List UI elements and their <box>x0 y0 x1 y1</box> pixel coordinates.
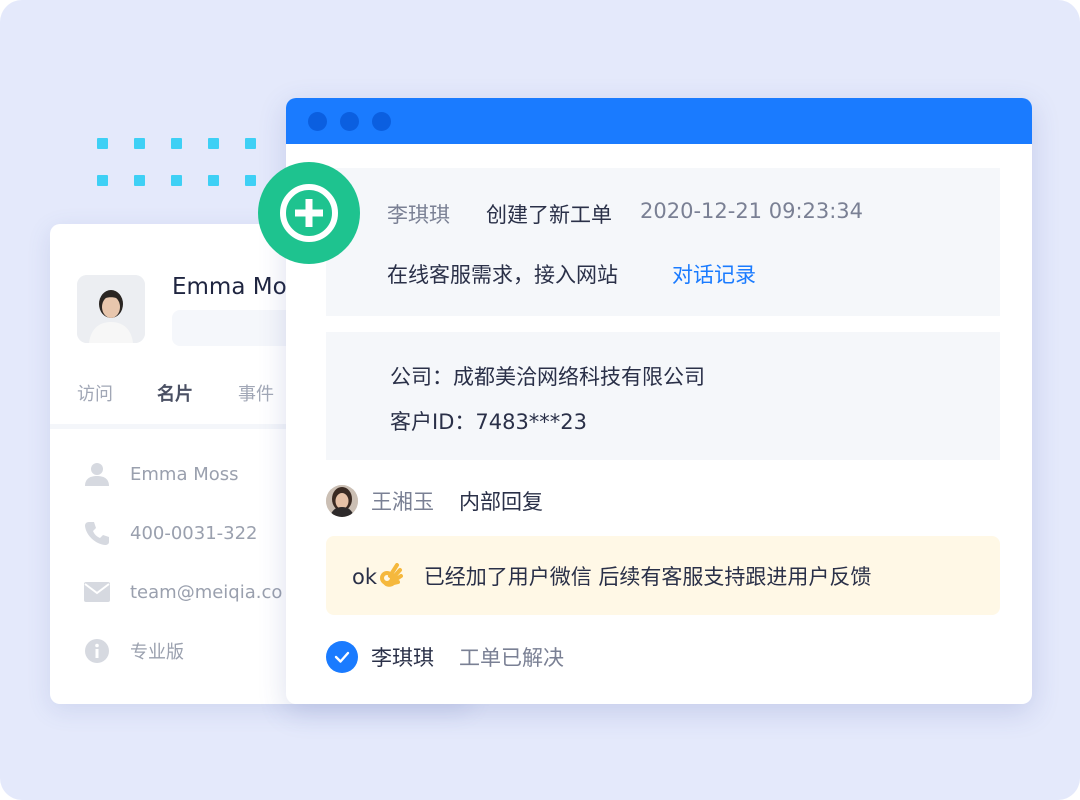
ok-hand-emoji <box>377 563 404 589</box>
company-text: 公司：成都美洽网络科技有限公司 <box>390 365 705 389</box>
window-dot[interactable] <box>340 112 359 131</box>
window-titlebar <box>286 98 1032 144</box>
mail-icon <box>82 578 112 606</box>
info-icon <box>82 637 112 665</box>
reply-author: 王湘玉 <box>371 490 434 514</box>
ticket-action: 创建了新工单 <box>486 203 612 227</box>
info-row-email: team@meiqia.co <box>82 578 282 606</box>
resolution-status: 工单已解决 <box>459 646 564 670</box>
info-row-name: Emma Moss <box>82 460 239 488</box>
customer-id-text: 客户ID：7483***23 <box>390 410 588 434</box>
info-name: Emma Moss <box>130 463 239 485</box>
ticket-creator: 李琪琪 <box>387 203 450 227</box>
info-row-plan: 专业版 <box>82 637 184 665</box>
resolution-author: 李琪琪 <box>371 646 434 670</box>
info-phone: 400-0031-322 <box>130 522 258 544</box>
note-prefix: ok <box>352 565 378 589</box>
internal-reply-header: 王湘玉 内部回复 <box>326 484 543 518</box>
note-text: ok 已经加了用户微信 后续有客服支持跟进用户反馈 <box>352 561 871 591</box>
resolution-row: 李琪琪 工单已解决 <box>326 640 564 674</box>
contact-name: Emma Mo <box>172 274 287 300</box>
internal-note: ok 已经加了用户微信 后续有客服支持跟进用户反馈 <box>326 536 1000 615</box>
conversation-log-link[interactable]: 对话记录 <box>672 259 756 289</box>
info-row-phone: 400-0031-322 <box>82 519 258 547</box>
dot-grid-decoration <box>97 138 267 188</box>
avatar <box>77 275 145 343</box>
tab-card[interactable]: 名片 <box>157 380 193 406</box>
phone-icon <box>82 519 112 547</box>
check-icon <box>326 641 358 673</box>
tab-visits[interactable]: 访问 <box>77 380 113 406</box>
ticket-created-block: 李琪琪 创建了新工单 2020-12-21 09:23:34 在线客服需求，接入… <box>326 168 1000 316</box>
add-ticket-button[interactable] <box>258 162 360 264</box>
avatar <box>326 485 358 517</box>
info-email: team@meiqia.co <box>130 581 283 603</box>
window-dot[interactable] <box>308 112 327 131</box>
ticket-window: 李琪琪 创建了新工单 2020-12-21 09:23:34 在线客服需求，接入… <box>286 98 1032 704</box>
user-icon <box>82 460 112 488</box>
plus-icon <box>280 184 338 242</box>
reply-type: 内部回复 <box>459 490 543 514</box>
ticket-timestamp: 2020-12-21 09:23:34 <box>640 199 864 223</box>
info-plan: 专业版 <box>130 642 184 663</box>
window-dot[interactable] <box>372 112 391 131</box>
ticket-description: 在线客服需求，接入网站 <box>387 263 618 287</box>
tab-events[interactable]: 事件 <box>238 380 274 406</box>
stage: Emma Mo 访问 名片 事件 Emma Moss 400-0031-322 … <box>0 0 1080 800</box>
customer-info-block: 公司：成都美洽网络科技有限公司 客户ID：7483***23 <box>326 332 1000 460</box>
note-message: 已经加了用户微信 后续有客服支持跟进用户反馈 <box>423 565 872 589</box>
